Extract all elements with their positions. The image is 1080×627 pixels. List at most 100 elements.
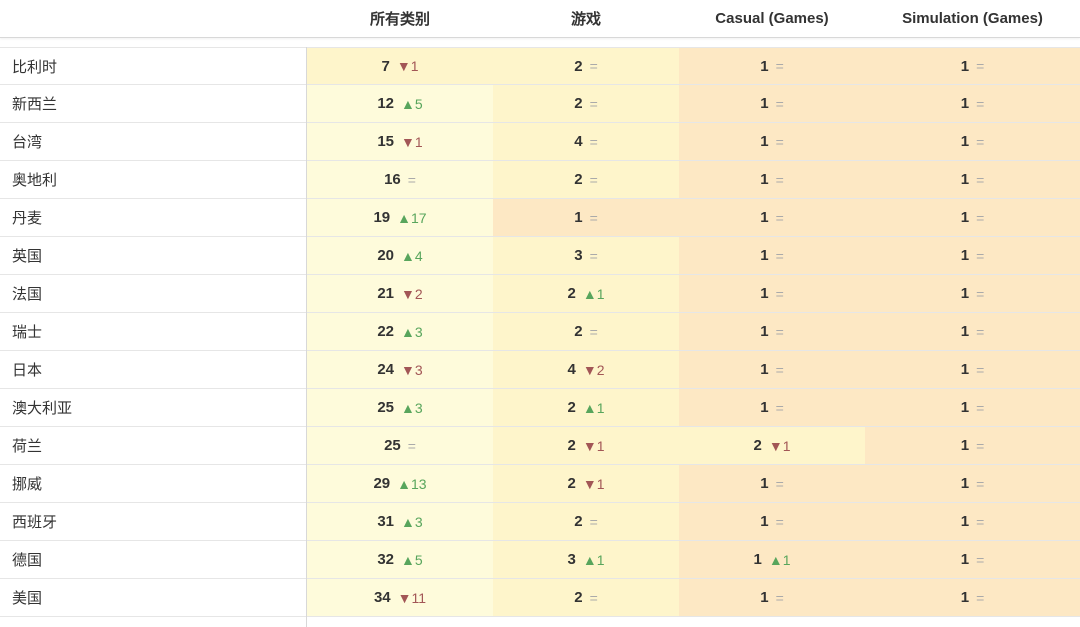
rank-cell: 16 =: [307, 161, 493, 198]
header-simulation-games[interactable]: Simulation (Games): [865, 0, 1080, 37]
rank-cell: 25 ▲3: [307, 389, 493, 426]
rank-value: 2: [567, 475, 576, 492]
unchanged-icon: =: [976, 475, 985, 492]
unchanged-icon: =: [407, 171, 416, 188]
unchanged-icon: =: [589, 589, 598, 606]
arrow-up-icon: ▲: [582, 399, 597, 416]
table-row[interactable]: 比利时 7 ▼1 2 = 1 = 1 =: [0, 47, 1080, 85]
table-row[interactable]: 德国 32 ▲5 3 ▲1 1 ▲1 1 =: [0, 541, 1080, 579]
rank-cell: 1 =: [865, 313, 1080, 350]
table-row[interactable]: 奥地利 16 = 2 = 1 = 1 =: [0, 161, 1080, 199]
country-name: 荷兰: [12, 437, 43, 455]
arrow-up-icon: ▲: [401, 399, 415, 416]
rank-delta: 3: [414, 513, 423, 530]
rank-cell: 1 =: [679, 503, 865, 540]
rank-cell: 3 =: [493, 237, 679, 274]
rank-value: 1: [760, 361, 769, 378]
header-all-categories[interactable]: 所有类别: [307, 0, 493, 37]
rank-delta: 1: [596, 551, 605, 568]
rank-cell: 2 =: [493, 579, 679, 616]
table-row[interactable]: 丹麦 19 ▲17 1 = 1 = 1 =: [0, 199, 1080, 237]
rank-change: ▼2: [583, 362, 605, 378]
country-name: 瑞士: [12, 323, 43, 341]
table-row[interactable]: 美国 34 ▼11 2 = 1 = 1 =: [0, 579, 1080, 617]
table-row[interactable]: 台湾 15 ▼1 4 = 1 = 1 =: [0, 123, 1080, 161]
rank-cell: 22 ▲3: [307, 313, 493, 350]
rank-value: 1: [760, 475, 769, 492]
country-name: 德国: [12, 551, 43, 569]
rank-cell: 2 ▼1: [493, 465, 679, 502]
rank-delta: 4: [414, 247, 423, 264]
rank-cell: 7 ▼1: [307, 48, 493, 84]
arrow-up-icon: ▲: [401, 551, 415, 568]
rank-value: 1: [960, 551, 970, 568]
rank-cell: 2 =: [493, 161, 679, 198]
unchanged-icon: =: [775, 323, 784, 340]
rank-cell: 1 =: [679, 161, 865, 198]
table-body: 比利时 7 ▼1 2 = 1 = 1 = 新西兰 12 ▲5 2 = 1 = 1 = 台湾 15 ▼1 4 = 1 = 1 = 奥地利…: [0, 47, 1080, 617]
rank-cell: 1 =: [679, 237, 865, 274]
unchanged-icon: =: [976, 589, 985, 606]
table-header: 所有类别 游戏 Casual (Games) Simulation (Games…: [0, 0, 1080, 38]
unchanged-icon: =: [589, 171, 598, 188]
header-casual-games[interactable]: Casual (Games): [679, 0, 865, 37]
rank-value: 1: [760, 399, 769, 416]
rank-cell: 1 =: [865, 503, 1080, 540]
rank-value: 7: [381, 57, 390, 75]
rank-delta: 1: [596, 437, 605, 454]
table-row[interactable]: 日本 24 ▼3 4 ▼2 1 = 1 =: [0, 351, 1080, 389]
table-row[interactable]: 法国 21 ▼2 2 ▲1 1 = 1 =: [0, 275, 1080, 313]
table-row[interactable]: 西班牙 31 ▲3 2 = 1 = 1 =: [0, 503, 1080, 541]
rank-change: ▼1: [769, 438, 791, 454]
rank-cell: 1 =: [865, 275, 1080, 312]
rank-delta: 1: [410, 58, 419, 74]
rank-cell: 1 =: [865, 199, 1080, 236]
unchanged-icon: =: [589, 209, 598, 226]
rank-value: 4: [574, 133, 583, 150]
rank-value: 1: [960, 171, 970, 188]
rank-cell: 2 ▼1: [493, 427, 679, 464]
rank-cell: 1 =: [493, 199, 679, 236]
rank-cell: 1 =: [679, 85, 865, 122]
rank-cell: 24 ▼3: [307, 351, 493, 388]
arrow-up-icon: ▲: [768, 551, 783, 568]
table-row[interactable]: 挪威 29 ▲13 2 ▼1 1 = 1 =: [0, 465, 1080, 503]
rank-cell: 1 =: [679, 275, 865, 312]
rank-delta: 5: [414, 95, 423, 112]
rank-value: 1: [760, 57, 769, 75]
arrow-up-icon: ▲: [397, 209, 411, 226]
unchanged-icon: =: [589, 513, 598, 530]
country-name: 丹麦: [12, 209, 43, 227]
rank-change: ▲1: [583, 400, 605, 416]
rank-cell: 1 =: [865, 427, 1080, 464]
table-row[interactable]: 荷兰 25 = 2 ▼1 2 ▼1 1 =: [0, 427, 1080, 465]
header-games[interactable]: 游戏: [493, 0, 679, 37]
unchanged-icon: =: [589, 247, 598, 264]
rank-cell: 1 =: [865, 389, 1080, 426]
unchanged-icon: =: [976, 399, 985, 416]
table-row[interactable]: 新西兰 12 ▲5 2 = 1 = 1 =: [0, 85, 1080, 123]
rank-value: 1: [960, 513, 970, 530]
arrow-up-icon: ▲: [401, 323, 415, 340]
header-country: [0, 0, 307, 37]
arrow-down-icon: ▼: [582, 361, 597, 378]
unchanged-icon: =: [589, 323, 598, 340]
rank-value: 2: [574, 323, 583, 340]
rank-value: 1: [760, 513, 769, 530]
arrow-up-icon: ▲: [582, 285, 597, 302]
country-name: 美国: [12, 589, 43, 607]
rank-value: 1: [760, 95, 769, 112]
table-row[interactable]: 英国 20 ▲4 3 = 1 = 1 =: [0, 237, 1080, 275]
rank-value: 1: [760, 133, 769, 150]
rank-delta: 2: [414, 285, 423, 302]
rank-delta: 1: [596, 285, 605, 302]
unchanged-icon: =: [589, 95, 598, 112]
table-row[interactable]: 澳大利亚 25 ▲3 2 ▲1 1 = 1 =: [0, 389, 1080, 427]
rank-cell: 2 =: [493, 85, 679, 122]
rank-change: ▼1: [401, 134, 423, 150]
arrow-down-icon: ▼: [397, 589, 412, 606]
rank-change: ▲17: [397, 210, 426, 226]
rank-change: ▲4: [401, 248, 423, 264]
rank-value: 2: [574, 171, 583, 188]
table-row[interactable]: 瑞士 22 ▲3 2 = 1 = 1 =: [0, 313, 1080, 351]
